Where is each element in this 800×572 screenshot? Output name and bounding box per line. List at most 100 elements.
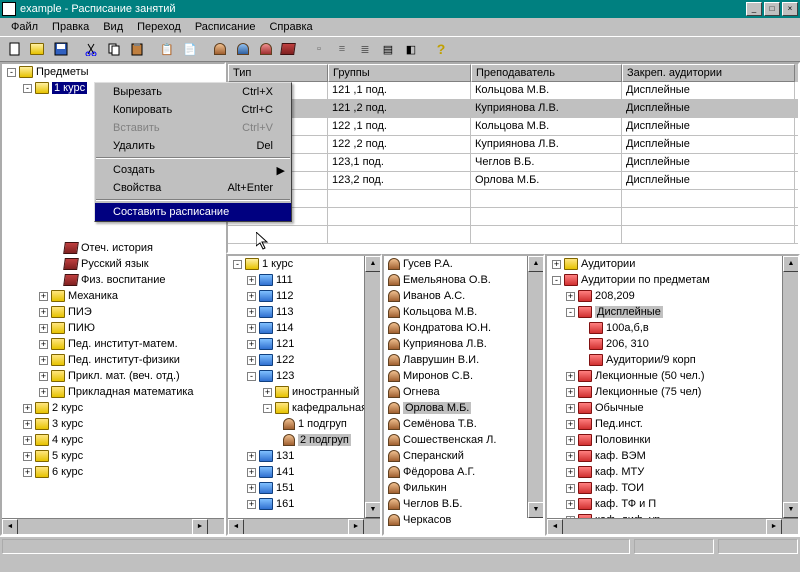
new-button[interactable] (4, 38, 26, 60)
menu-edit[interactable]: Правка (45, 19, 96, 35)
ctx-item[interactable]: Создать▶ (95, 161, 291, 179)
group-item[interactable]: 111 (276, 274, 293, 286)
group-item[interactable]: 161 (276, 498, 294, 510)
rooms-panel[interactable]: +Аудитории-Аудитории по предметам+208,20… (545, 254, 800, 536)
room-item[interactable]: каф. ТОИ (595, 482, 644, 494)
lessons-grid[interactable]: ТипГруппыПреподавательЗакреп. аудитории … (226, 62, 800, 254)
tc2[interactable]: ≡ (331, 38, 353, 60)
cut-button[interactable] (80, 38, 102, 60)
ctx-item[interactable]: УдалитьDel (95, 137, 291, 155)
tc3[interactable]: ≣ (354, 38, 376, 60)
tree-kurs[interactable]: 3 курс (52, 418, 83, 430)
room-item[interactable]: Лекционные (50 чел.) (595, 370, 705, 382)
room-item[interactable]: 208,209 (595, 290, 635, 302)
teacher-item[interactable]: Лаврушин В.И. (403, 354, 479, 366)
tree-book[interactable]: Русский язык (81, 258, 149, 270)
group-item[interactable]: 113 (276, 306, 294, 318)
ctx-compose-schedule[interactable]: Составить расписание (95, 203, 291, 221)
table-row[interactable]: 123,2 под.Орлова М.Б.Дисплейные (228, 172, 798, 190)
tc1[interactable]: ▫ (308, 38, 330, 60)
group-item[interactable]: 114 (276, 322, 294, 334)
person3-button[interactable] (255, 38, 277, 60)
teacher-item[interactable]: Гусев Р.А. (403, 258, 453, 270)
group-item[interactable]: 151 (276, 482, 294, 494)
ctx-item[interactable]: КопироватьCtrl+C (95, 101, 291, 119)
tc5[interactable]: ◧ (400, 38, 422, 60)
teacher-item[interactable]: Куприянова Л.В. (403, 338, 487, 350)
column-header[interactable]: Группы (328, 64, 471, 82)
tool-b[interactable]: 📄 (179, 38, 201, 60)
room-item[interactable]: Половинки (595, 434, 650, 446)
tree-kurs[interactable]: 5 курс (52, 450, 83, 462)
tree-folder[interactable]: Прикладная математика (68, 386, 194, 398)
tree-book[interactable]: Физ. воспитание (81, 274, 165, 286)
ctx-item[interactable]: ВставитьCtrl+V (95, 119, 291, 137)
group-item[interactable]: 122 (276, 354, 294, 366)
teacher-item[interactable]: Огнева (403, 386, 440, 398)
room-item[interactable]: каф. МТУ (595, 466, 644, 478)
teacher-item[interactable]: Черкасов (403, 514, 451, 526)
room-item[interactable]: Пед.инст. (595, 418, 643, 430)
tree-folder[interactable]: Пед. институт-физики (68, 354, 180, 366)
group-item[interactable]: 131 (276, 450, 294, 462)
tree-kurs1[interactable]: 1 курс (52, 82, 87, 94)
teacher-item[interactable]: Фёдорова А.Г. (403, 466, 475, 478)
room-item[interactable]: Дисплейные (595, 306, 663, 318)
tree-book[interactable]: Отеч. история (81, 242, 153, 254)
scroll-right-button[interactable]: ► (192, 519, 208, 535)
teacher-item[interactable]: Чеглов В.Б. (403, 498, 462, 510)
tc4[interactable]: ▤ (377, 38, 399, 60)
column-header[interactable]: Тип (228, 64, 328, 82)
teacher-item[interactable]: Филькин (403, 482, 447, 494)
room-item[interactable]: Обычные (595, 402, 644, 414)
save-button[interactable] (50, 38, 72, 60)
paste-button[interactable] (126, 38, 148, 60)
menu-schedule[interactable]: Расписание (188, 19, 263, 35)
room-item[interactable]: каф. ТФ и П (595, 498, 656, 510)
maximize-button[interactable]: □ (764, 2, 780, 16)
room-item[interactable]: каф. ВЭМ (595, 450, 646, 462)
menu-help[interactable]: Справка (262, 19, 319, 35)
room-item[interactable]: 206, 310 (606, 338, 649, 350)
close-button[interactable]: × (782, 2, 798, 16)
tree-folder[interactable]: Механика (68, 290, 118, 302)
person2-button[interactable] (232, 38, 254, 60)
groups-panel[interactable]: -1 курс+111+112+113+114+121+122-123+инос… (226, 254, 382, 536)
tree-kurs[interactable]: 2 курс (52, 402, 83, 414)
table-row[interactable]: 122 ,2 под.Куприянова Л.В.Дисплейные (228, 136, 798, 154)
ctx-item[interactable]: ВырезатьCtrl+X (95, 83, 291, 101)
copy-button[interactable] (103, 38, 125, 60)
menu-file[interactable]: Файл (4, 19, 45, 35)
help-button[interactable]: ? (430, 38, 452, 60)
column-header[interactable]: Закреп. аудитории (622, 64, 795, 82)
group-item[interactable]: 112 (276, 290, 294, 302)
tree-kurs[interactable]: 6 курс (52, 466, 83, 478)
teacher-item[interactable]: Кондратова Ю.Н. (403, 322, 491, 334)
minimize-button[interactable]: _ (746, 2, 762, 16)
teacher-item[interactable]: Иванов А.С. (403, 290, 465, 302)
scroll-left-button[interactable]: ◄ (2, 519, 18, 535)
menu-view[interactable]: Вид (96, 19, 130, 35)
room-item[interactable]: 100а,б,в (606, 322, 649, 334)
tree-folder[interactable]: ПИЮ (68, 322, 95, 334)
group-item[interactable]: 141 (276, 466, 294, 478)
column-header[interactable]: Преподаватель (471, 64, 622, 82)
teachers-panel[interactable]: Гусев Р.А. Емельянова О.В. Иванов А.С. Коль… (382, 254, 545, 536)
open-button[interactable] (27, 38, 49, 60)
teacher-item[interactable]: Сошественская Л. (403, 434, 496, 446)
menu-go[interactable]: Переход (130, 19, 188, 35)
tree-root[interactable]: Предметы (36, 66, 89, 78)
table-row[interactable]: 121 ,1 под.Кольцова М.В.Дисплейные (228, 82, 798, 100)
tool-a[interactable]: 📋 (156, 38, 178, 60)
person1-button[interactable] (209, 38, 231, 60)
teacher-item[interactable]: Кольцова М.В. (403, 306, 477, 318)
books-button[interactable] (278, 38, 300, 60)
tree-folder[interactable]: Прикл. мат. (веч. отд.) (68, 370, 180, 382)
teacher-item[interactable]: Емельянова О.В. (403, 274, 491, 286)
tree-folder[interactable]: ПИЭ (68, 306, 92, 318)
group-item[interactable]: 121 (276, 338, 294, 350)
teacher-item[interactable]: Орлова М.Б. (403, 402, 471, 414)
table-row[interactable]: 123,1 под.Чеглов В.Б.Дисплейные (228, 154, 798, 172)
teacher-item[interactable]: Семёнова Т.В. (403, 418, 477, 430)
teacher-item[interactable]: Миронов С.В. (403, 370, 473, 382)
